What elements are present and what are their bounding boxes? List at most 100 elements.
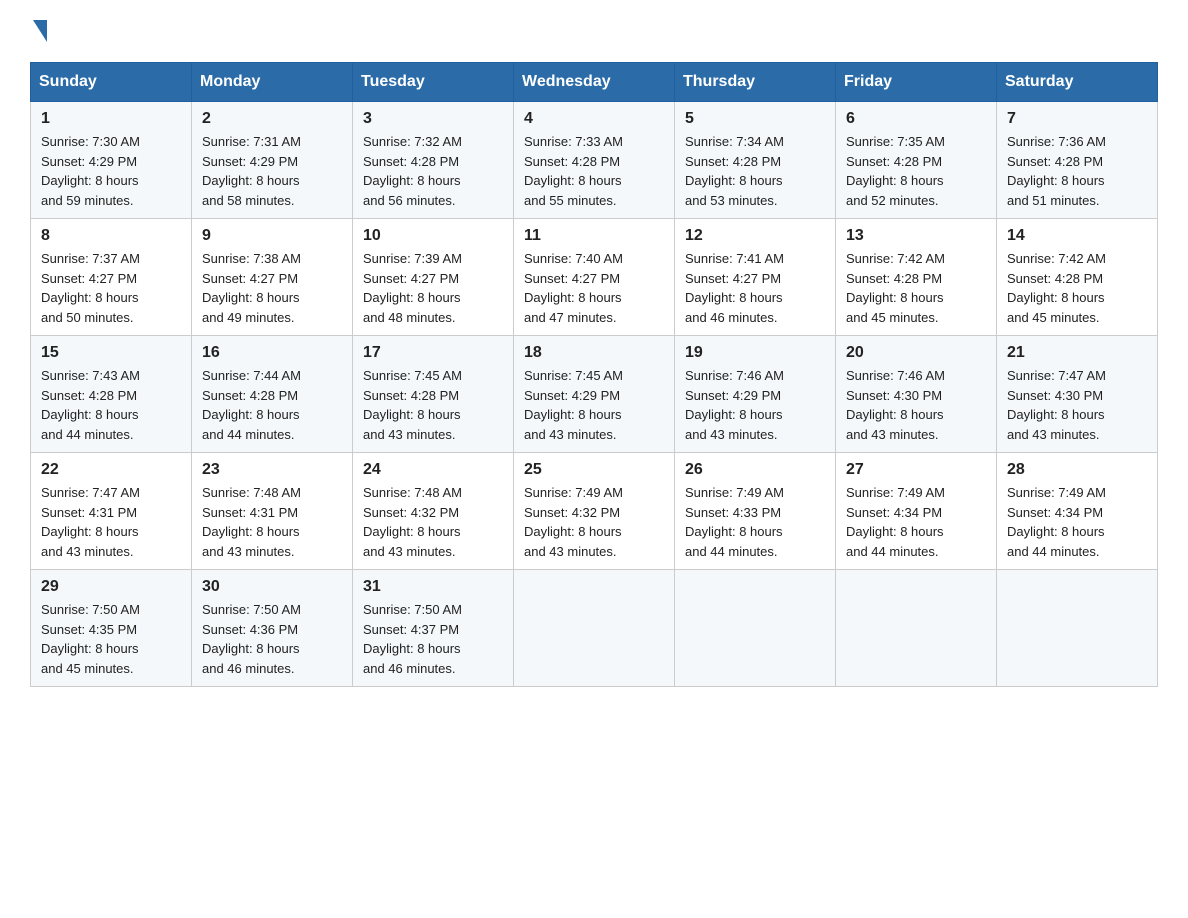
- daylight-minutes: and 49 minutes.: [202, 310, 295, 325]
- calendar-day-cell: [997, 570, 1158, 687]
- daylight-minutes: and 44 minutes.: [846, 544, 939, 559]
- sunrise-label: Sunrise: 7:42 AM: [846, 251, 945, 266]
- sunrise-label: Sunrise: 7:35 AM: [846, 134, 945, 149]
- day-info: Sunrise: 7:44 AM Sunset: 4:28 PM Dayligh…: [202, 366, 342, 444]
- day-info: Sunrise: 7:46 AM Sunset: 4:30 PM Dayligh…: [846, 366, 986, 444]
- day-info: Sunrise: 7:39 AM Sunset: 4:27 PM Dayligh…: [363, 249, 503, 327]
- sunrise-label: Sunrise: 7:49 AM: [846, 485, 945, 500]
- daylight-minutes: and 43 minutes.: [685, 427, 778, 442]
- day-info: Sunrise: 7:49 AM Sunset: 4:32 PM Dayligh…: [524, 483, 664, 561]
- daylight-label: Daylight: 8 hours: [846, 290, 944, 305]
- day-info: Sunrise: 7:49 AM Sunset: 4:34 PM Dayligh…: [1007, 483, 1147, 561]
- calendar-day-cell: [836, 570, 997, 687]
- daylight-minutes: and 55 minutes.: [524, 193, 617, 208]
- sunset-label: Sunset: 4:28 PM: [1007, 154, 1103, 169]
- day-info: Sunrise: 7:45 AM Sunset: 4:28 PM Dayligh…: [363, 366, 503, 444]
- sunset-label: Sunset: 4:28 PM: [202, 388, 298, 403]
- calendar-day-cell: [514, 570, 675, 687]
- day-number: 7: [1007, 110, 1147, 128]
- daylight-label: Daylight: 8 hours: [846, 524, 944, 539]
- daylight-minutes: and 45 minutes.: [1007, 310, 1100, 325]
- day-number: 10: [363, 227, 503, 245]
- calendar-day-cell: [675, 570, 836, 687]
- sunset-label: Sunset: 4:28 PM: [685, 154, 781, 169]
- day-number: 23: [202, 461, 342, 479]
- sunset-label: Sunset: 4:34 PM: [1007, 505, 1103, 520]
- day-number: 20: [846, 344, 986, 362]
- day-number: 16: [202, 344, 342, 362]
- calendar-day-cell: 6 Sunrise: 7:35 AM Sunset: 4:28 PM Dayli…: [836, 102, 997, 219]
- sunrise-label: Sunrise: 7:49 AM: [524, 485, 623, 500]
- daylight-label: Daylight: 8 hours: [846, 173, 944, 188]
- day-info: Sunrise: 7:50 AM Sunset: 4:37 PM Dayligh…: [363, 600, 503, 678]
- calendar-day-cell: 28 Sunrise: 7:49 AM Sunset: 4:34 PM Dayl…: [997, 453, 1158, 570]
- page-header: [30, 20, 1158, 42]
- sunset-label: Sunset: 4:28 PM: [524, 154, 620, 169]
- sunrise-label: Sunrise: 7:37 AM: [41, 251, 140, 266]
- sunrise-label: Sunrise: 7:44 AM: [202, 368, 301, 383]
- weekday-header-thursday: Thursday: [675, 63, 836, 102]
- day-number: 17: [363, 344, 503, 362]
- daylight-minutes: and 44 minutes.: [202, 427, 295, 442]
- day-info: Sunrise: 7:47 AM Sunset: 4:31 PM Dayligh…: [41, 483, 181, 561]
- day-info: Sunrise: 7:46 AM Sunset: 4:29 PM Dayligh…: [685, 366, 825, 444]
- day-number: 18: [524, 344, 664, 362]
- daylight-minutes: and 46 minutes.: [363, 661, 456, 676]
- daylight-label: Daylight: 8 hours: [41, 173, 139, 188]
- daylight-minutes: and 43 minutes.: [524, 544, 617, 559]
- daylight-minutes: and 46 minutes.: [202, 661, 295, 676]
- weekday-header-wednesday: Wednesday: [514, 63, 675, 102]
- day-number: 30: [202, 578, 342, 596]
- day-number: 6: [846, 110, 986, 128]
- daylight-minutes: and 43 minutes.: [202, 544, 295, 559]
- day-number: 11: [524, 227, 664, 245]
- day-info: Sunrise: 7:45 AM Sunset: 4:29 PM Dayligh…: [524, 366, 664, 444]
- sunset-label: Sunset: 4:28 PM: [363, 154, 459, 169]
- calendar-day-cell: 29 Sunrise: 7:50 AM Sunset: 4:35 PM Dayl…: [31, 570, 192, 687]
- sunset-label: Sunset: 4:27 PM: [41, 271, 137, 286]
- sunrise-label: Sunrise: 7:39 AM: [363, 251, 462, 266]
- sunrise-label: Sunrise: 7:43 AM: [41, 368, 140, 383]
- day-info: Sunrise: 7:34 AM Sunset: 4:28 PM Dayligh…: [685, 132, 825, 210]
- calendar-day-cell: 13 Sunrise: 7:42 AM Sunset: 4:28 PM Dayl…: [836, 219, 997, 336]
- daylight-minutes: and 58 minutes.: [202, 193, 295, 208]
- daylight-minutes: and 52 minutes.: [846, 193, 939, 208]
- day-number: 25: [524, 461, 664, 479]
- sunrise-label: Sunrise: 7:48 AM: [202, 485, 301, 500]
- daylight-label: Daylight: 8 hours: [1007, 524, 1105, 539]
- sunset-label: Sunset: 4:35 PM: [41, 622, 137, 637]
- sunset-label: Sunset: 4:33 PM: [685, 505, 781, 520]
- calendar-day-cell: 14 Sunrise: 7:42 AM Sunset: 4:28 PM Dayl…: [997, 219, 1158, 336]
- daylight-label: Daylight: 8 hours: [685, 524, 783, 539]
- weekday-header-saturday: Saturday: [997, 63, 1158, 102]
- daylight-minutes: and 43 minutes.: [363, 427, 456, 442]
- daylight-label: Daylight: 8 hours: [202, 290, 300, 305]
- daylight-minutes: and 44 minutes.: [685, 544, 778, 559]
- day-info: Sunrise: 7:43 AM Sunset: 4:28 PM Dayligh…: [41, 366, 181, 444]
- calendar-day-cell: 22 Sunrise: 7:47 AM Sunset: 4:31 PM Dayl…: [31, 453, 192, 570]
- day-number: 22: [41, 461, 181, 479]
- day-info: Sunrise: 7:42 AM Sunset: 4:28 PM Dayligh…: [1007, 249, 1147, 327]
- logo-arrow-icon: [33, 20, 47, 42]
- sunrise-label: Sunrise: 7:47 AM: [41, 485, 140, 500]
- day-info: Sunrise: 7:41 AM Sunset: 4:27 PM Dayligh…: [685, 249, 825, 327]
- daylight-label: Daylight: 8 hours: [41, 407, 139, 422]
- day-number: 21: [1007, 344, 1147, 362]
- day-number: 24: [363, 461, 503, 479]
- daylight-label: Daylight: 8 hours: [41, 290, 139, 305]
- sunrise-label: Sunrise: 7:42 AM: [1007, 251, 1106, 266]
- day-info: Sunrise: 7:35 AM Sunset: 4:28 PM Dayligh…: [846, 132, 986, 210]
- daylight-minutes: and 43 minutes.: [524, 427, 617, 442]
- calendar-week-row: 15 Sunrise: 7:43 AM Sunset: 4:28 PM Dayl…: [31, 336, 1158, 453]
- daylight-label: Daylight: 8 hours: [1007, 407, 1105, 422]
- daylight-label: Daylight: 8 hours: [202, 407, 300, 422]
- daylight-label: Daylight: 8 hours: [524, 524, 622, 539]
- day-info: Sunrise: 7:48 AM Sunset: 4:32 PM Dayligh…: [363, 483, 503, 561]
- daylight-label: Daylight: 8 hours: [363, 407, 461, 422]
- daylight-label: Daylight: 8 hours: [685, 173, 783, 188]
- calendar-day-cell: 4 Sunrise: 7:33 AM Sunset: 4:28 PM Dayli…: [514, 102, 675, 219]
- sunset-label: Sunset: 4:28 PM: [846, 271, 942, 286]
- daylight-label: Daylight: 8 hours: [685, 290, 783, 305]
- day-info: Sunrise: 7:31 AM Sunset: 4:29 PM Dayligh…: [202, 132, 342, 210]
- day-info: Sunrise: 7:49 AM Sunset: 4:34 PM Dayligh…: [846, 483, 986, 561]
